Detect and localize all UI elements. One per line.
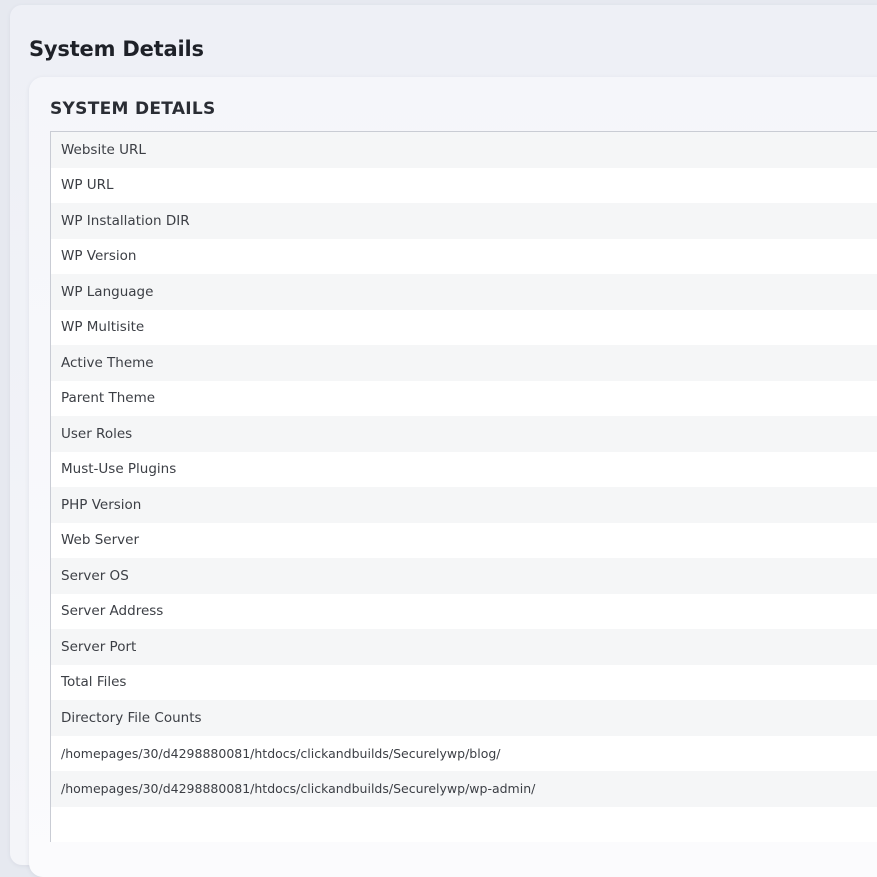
system-details-panel: System Details SYSTEM DETAILS Website UR…	[10, 5, 877, 877]
row-web-server: Web Server	[51, 522, 877, 558]
row-wp-multisite: WP Multisite	[51, 309, 877, 345]
page-title: System Details	[29, 37, 204, 61]
system-details-card: SYSTEM DETAILS Website URL WP URL WP Ins…	[29, 77, 877, 877]
row-directory-blog: /homepages/30/d4298880081/htdocs/clickan…	[51, 735, 877, 771]
row-directory-wp-admin: /homepages/30/d4298880081/htdocs/clickan…	[51, 771, 877, 807]
row-parent-theme: Parent Theme	[51, 380, 877, 416]
system-details-table: Website URL WP URL WP Installation DIR W…	[50, 131, 877, 842]
row-server-port: Server Port	[51, 629, 877, 665]
row-wp-installation-dir: WP Installation DIR	[51, 203, 877, 239]
row-must-use-plugins: Must-Use Plugins	[51, 451, 877, 487]
row-server-os: Server OS	[51, 558, 877, 594]
row-php-version: PHP Version	[51, 487, 877, 523]
row-wp-version: WP Version	[51, 238, 877, 274]
row-directory-next	[51, 806, 877, 842]
row-directory-file-counts: Directory File Counts	[51, 700, 877, 736]
row-user-roles: User Roles	[51, 416, 877, 452]
row-total-files: Total Files	[51, 664, 877, 700]
row-server-address: Server Address	[51, 593, 877, 629]
card-title: SYSTEM DETAILS	[50, 99, 216, 119]
row-website-url: Website URL	[51, 132, 877, 168]
row-active-theme: Active Theme	[51, 345, 877, 381]
row-wp-url: WP URL	[51, 167, 877, 203]
row-wp-language: WP Language	[51, 274, 877, 310]
